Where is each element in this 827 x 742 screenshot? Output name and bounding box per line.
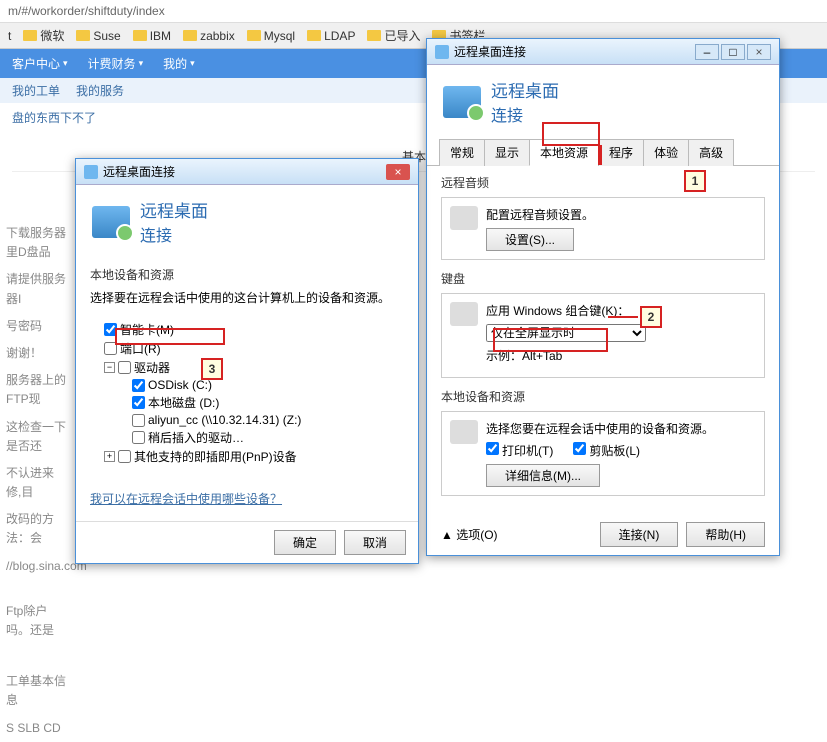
options-toggle[interactable]: ▲ 选项(O) bbox=[441, 526, 498, 543]
titlebar[interactable]: 远程桌面连接 × bbox=[76, 159, 418, 185]
drive-d-checkbox[interactable] bbox=[132, 396, 145, 409]
drive-c-checkbox[interactable] bbox=[132, 379, 145, 392]
bookmark-item[interactable]: LDAP bbox=[307, 29, 355, 43]
drive-z-checkbox[interactable] bbox=[132, 414, 145, 427]
tab-local-resources[interactable]: 本地资源 bbox=[529, 139, 599, 166]
bookmark-item[interactable]: t bbox=[8, 29, 11, 43]
drives-checkbox[interactable] bbox=[118, 361, 131, 374]
printer-icon bbox=[450, 420, 478, 444]
folder-icon bbox=[183, 30, 197, 41]
bookmark-item[interactable]: Suse bbox=[76, 29, 120, 43]
folder-icon bbox=[23, 30, 37, 41]
smartcard-checkbox[interactable] bbox=[104, 323, 117, 336]
port-checkbox[interactable] bbox=[104, 342, 117, 355]
rdp-monitor-icon bbox=[443, 86, 481, 118]
titlebar[interactable]: 远程桌面连接 – □ × bbox=[427, 39, 779, 65]
folder-icon bbox=[367, 30, 381, 41]
dialog-subtitle: 连接 bbox=[491, 102, 559, 126]
side-text-snippets: 下载服务器里D盘品 请提供服务器I 号密码 谢谢！ 服务器上的FTP现 这检查一… bbox=[0, 220, 75, 742]
local-res-label: 本地设备和资源 bbox=[90, 266, 404, 283]
nav-customer-center[interactable]: 客户中心 bbox=[12, 55, 68, 72]
tab-general[interactable]: 常规 bbox=[439, 139, 485, 166]
collapse-icon[interactable]: − bbox=[104, 362, 115, 373]
rdp-dialog-main: 远程桌面连接 – □ × 远程桌面 连接 常规 显示 本地资源 程序 体验 高级… bbox=[426, 38, 780, 556]
rdp-icon bbox=[435, 45, 449, 59]
url-bar: m/#/workorder/shiftduty/index bbox=[0, 0, 827, 23]
folder-icon bbox=[307, 30, 321, 41]
keyboard-example: 示例：Alt+Tab bbox=[486, 347, 754, 364]
tab-my-orders[interactable]: 我的工单 bbox=[12, 82, 60, 99]
bookmark-item[interactable]: zabbix bbox=[183, 29, 235, 43]
connect-button[interactable]: 连接(N) bbox=[600, 522, 679, 547]
bookmark-item[interactable]: 已导入 bbox=[367, 27, 420, 44]
speaker-icon bbox=[450, 206, 478, 230]
dialog-subtitle: 连接 bbox=[140, 222, 208, 246]
keyboard-icon bbox=[450, 302, 478, 326]
rdp-icon bbox=[84, 165, 98, 179]
local-res-label: 本地设备和资源 bbox=[441, 388, 765, 405]
dialog-tabs: 常规 显示 本地资源 程序 体验 高级 bbox=[427, 138, 779, 166]
dialog-title: 远程桌面 bbox=[140, 197, 208, 222]
tab-advanced[interactable]: 高级 bbox=[688, 139, 734, 166]
close-button[interactable]: × bbox=[386, 164, 410, 180]
folder-icon bbox=[76, 30, 90, 41]
tab-programs[interactable]: 程序 bbox=[598, 139, 644, 166]
dialog-title: 远程桌面 bbox=[491, 77, 559, 102]
remote-audio-label: 远程音频 bbox=[441, 174, 765, 191]
tab-display[interactable]: 显示 bbox=[484, 139, 530, 166]
details-button[interactable]: 详细信息(M)... bbox=[486, 464, 600, 487]
folder-icon bbox=[247, 30, 261, 41]
bookmark-item[interactable]: Mysql bbox=[247, 29, 295, 43]
drive-later-checkbox[interactable] bbox=[132, 431, 145, 444]
keyboard-desc: 应用 Windows 组合键(K)： bbox=[486, 302, 754, 319]
local-res-desc: 选择要在远程会话中使用的这台计算机上的设备和资源。 bbox=[90, 289, 404, 306]
close-button[interactable]: × bbox=[747, 44, 771, 60]
printer-checkbox[interactable]: 打印机(T) bbox=[486, 444, 553, 458]
pnp-checkbox[interactable] bbox=[118, 450, 131, 463]
which-devices-link[interactable]: 我可以在远程会话中使用哪些设备？ bbox=[90, 492, 282, 506]
tab-my-service[interactable]: 我的服务 bbox=[76, 82, 124, 99]
rdp-details-dialog: 远程桌面连接 × 远程桌面 连接 本地设备和资源 选择要在远程会话中使用的这台计… bbox=[75, 158, 419, 564]
clipboard-checkbox[interactable]: 剪贴板(L) bbox=[573, 444, 640, 458]
folder-icon bbox=[133, 30, 147, 41]
audio-desc: 配置远程音频设置。 bbox=[486, 206, 754, 223]
rdp-monitor-icon bbox=[92, 206, 130, 238]
cancel-button[interactable]: 取消 bbox=[344, 530, 406, 555]
keyboard-label: 键盘 bbox=[441, 270, 765, 287]
keyboard-combo-select[interactable]: 仅在全屏显示时 bbox=[486, 324, 646, 342]
ok-button[interactable]: 确定 bbox=[274, 530, 336, 555]
local-res-desc: 选择您要在远程会话中使用的设备和资源。 bbox=[486, 420, 754, 437]
nav-myaccount[interactable]: 我的 bbox=[163, 55, 195, 72]
expand-icon[interactable]: + bbox=[104, 451, 115, 462]
minimize-button[interactable]: – bbox=[695, 44, 719, 60]
audio-settings-button[interactable]: 设置(S)... bbox=[486, 228, 574, 251]
tab-experience[interactable]: 体验 bbox=[643, 139, 689, 166]
help-button[interactable]: 帮助(H) bbox=[686, 522, 765, 547]
bookmark-item[interactable]: IBM bbox=[133, 29, 171, 43]
nav-billing[interactable]: 计费财务 bbox=[88, 55, 144, 72]
bookmark-item[interactable]: 微软 bbox=[23, 27, 64, 44]
maximize-button[interactable]: □ bbox=[721, 44, 745, 60]
